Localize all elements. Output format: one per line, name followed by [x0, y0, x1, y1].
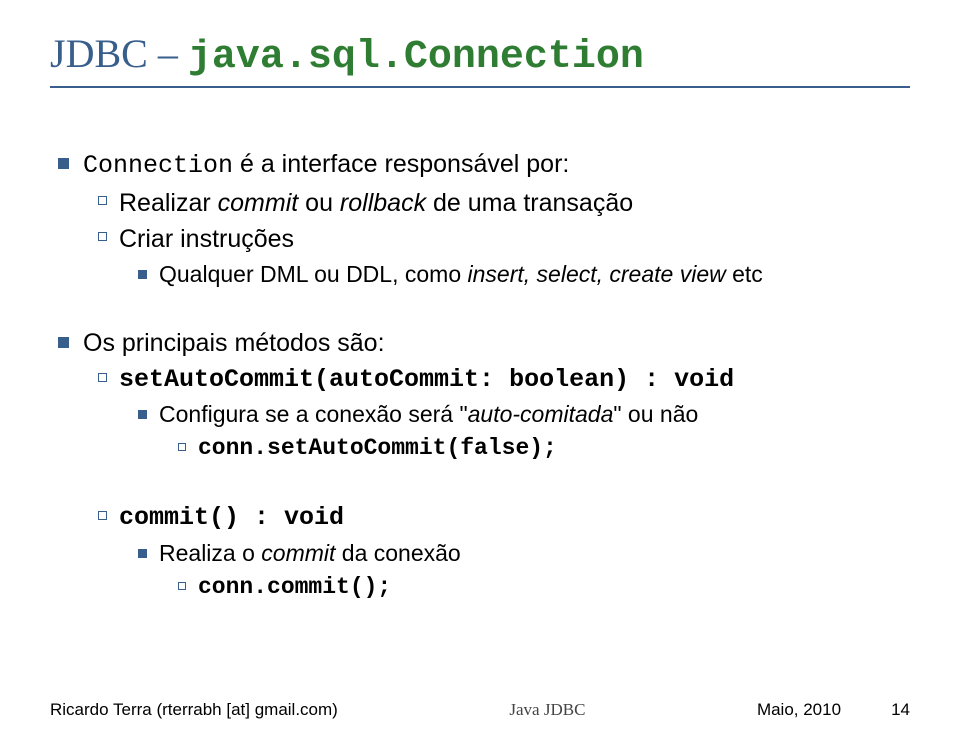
small-square-bullet-icon: [138, 270, 147, 279]
square-bullet-icon: [58, 337, 69, 348]
code-example: conn.commit();: [198, 573, 391, 603]
bullet-level2: setAutoCommit(autoCommit: boolean) : voi…: [58, 364, 910, 397]
bullet-level3: Qualquer DML ou DDL, como insert, select…: [58, 260, 910, 290]
small-square-bullet-icon: [138, 410, 147, 419]
bullet-level2: Realizar commit ou rollback de uma trans…: [58, 187, 910, 220]
title-separator: –: [148, 31, 188, 76]
text-line: Configura se a conexão será "auto-comita…: [159, 400, 698, 430]
title-jdbc: JDBC: [50, 31, 148, 76]
slide-footer: Ricardo Terra (rterrabh [at] gmail.com) …: [50, 700, 910, 720]
footer-author: Ricardo Terra (rterrabh [at] gmail.com): [50, 700, 338, 720]
bullet-level4: conn.commit();: [58, 573, 910, 603]
slide-content: Connection é a interface responsável por…: [50, 148, 910, 602]
open-square-bullet-icon: [98, 373, 107, 382]
footer-title: Java JDBC: [509, 700, 585, 720]
open-square-bullet-icon: [98, 511, 107, 520]
bullet-level1: Os principais métodos são:: [58, 327, 910, 360]
small-open-square-bullet-icon: [178, 443, 186, 451]
footer-page-number: 14: [891, 700, 910, 720]
title-underline: [50, 86, 910, 88]
method-signature: commit() : void: [119, 502, 344, 535]
text-line: Qualquer DML ou DDL, como insert, select…: [159, 260, 763, 290]
open-square-bullet-icon: [98, 196, 107, 205]
slide-title: JDBC – java.sql.Connection: [50, 30, 910, 80]
code-example: conn.setAutoCommit(false);: [198, 434, 557, 464]
footer-date: Maio, 2010: [757, 700, 841, 720]
text-line: Realizar commit ou rollback de uma trans…: [119, 187, 633, 220]
small-square-bullet-icon: [138, 549, 147, 558]
bullet-level4: conn.setAutoCommit(false);: [58, 434, 910, 464]
square-bullet-icon: [58, 158, 69, 169]
text-line: Realiza o commit da conexão: [159, 539, 461, 569]
bullet-level3: Configura se a conexão será "auto-comita…: [58, 400, 910, 430]
small-open-square-bullet-icon: [178, 582, 186, 590]
bullet-level2: Criar instruções: [58, 223, 910, 256]
text-line: Criar instruções: [119, 223, 294, 256]
title-class: java.sql.Connection: [188, 35, 644, 80]
bullet-level3: Realiza o commit da conexão: [58, 539, 910, 569]
text-line: Connection é a interface responsável por…: [83, 148, 569, 183]
bullet-level2: commit() : void: [58, 502, 910, 535]
open-square-bullet-icon: [98, 232, 107, 241]
bullet-level1: Connection é a interface responsável por…: [58, 148, 910, 183]
text-line: Os principais métodos são:: [83, 327, 385, 360]
method-signature: setAutoCommit(autoCommit: boolean) : voi…: [119, 364, 734, 397]
